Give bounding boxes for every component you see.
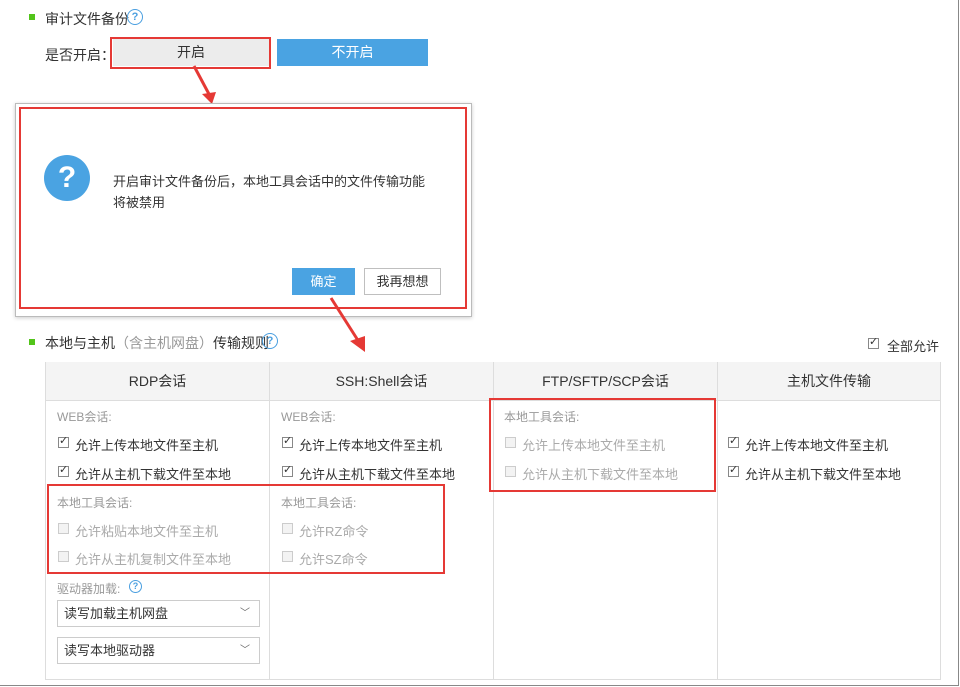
rdp-web-upload-checkbox[interactable] (58, 434, 69, 448)
rdp-drive-select-1-value: 读写加载主机网盘 (64, 606, 169, 621)
host-upload-checkbox[interactable] (728, 434, 739, 448)
host-download-checkbox[interactable] (728, 463, 739, 477)
col-header-host: 主机文件传输 (718, 362, 940, 401)
highlight-box (47, 484, 445, 574)
dialog-message-line2: 将被禁用 (113, 195, 166, 210)
question-icon: ? (44, 155, 90, 201)
enable-off-button[interactable]: 不开启 (277, 39, 428, 66)
ssh-web-upload-checkbox[interactable] (282, 434, 293, 448)
chevron-down-icon: ﹀ (240, 608, 250, 619)
rdp-drive-select-2[interactable]: 读写本地驱动器 ﹀ (57, 637, 260, 664)
rules-title-main: 本地与主机 (45, 335, 115, 351)
ssh-web-upload-label: 允许上传本地文件至主机 (299, 438, 443, 453)
rdp-web-download-label: 允许从主机下载文件至本地 (75, 467, 232, 482)
confirm-button[interactable]: 确定 (292, 268, 355, 295)
col-header-ssh: SSH:Shell会话 (270, 362, 493, 401)
help-icon[interactable]: ? (129, 580, 142, 593)
host-upload-label: 允许上传本地文件至主机 (745, 438, 889, 453)
rdp-drive-select-2-value: 读写本地驱动器 (64, 643, 156, 658)
chevron-down-icon: ﹀ (240, 645, 250, 656)
ssh-web-group: WEB会话: (281, 410, 336, 424)
dialog-message-line1: 开启审计文件备份后，本地工具会话中的文件传输功能 (113, 174, 426, 189)
allow-all-checkbox[interactable] (868, 335, 879, 349)
enable-label: 是否开启： (45, 47, 115, 63)
arrow-icon (192, 65, 216, 104)
section-marker (29, 14, 35, 20)
arrow-icon (329, 297, 365, 352)
rules-title-note: （含主机网盘） (115, 335, 213, 351)
allow-all-label: 全部允许 (887, 339, 940, 354)
audit-title: 审计文件备份 (45, 11, 129, 27)
cancel-button[interactable]: 我再想想 (364, 268, 441, 295)
host-download-label: 允许从主机下载文件至本地 (745, 467, 902, 482)
col-divider (717, 362, 718, 680)
rdp-web-upload-label: 允许上传本地文件至主机 (75, 438, 219, 453)
col-header-ftp: FTP/SFTP/SCP会话 (494, 362, 717, 401)
col-header-rdp: RDP会话 (46, 362, 269, 401)
help-icon[interactable]: ? (127, 9, 143, 25)
rules-title: 本地与主机（含主机网盘）传输规则 (45, 333, 269, 353)
rdp-web-download-checkbox[interactable] (58, 463, 69, 477)
highlight-box (489, 398, 716, 492)
dialog-message: 开启审计文件备份后，本地工具会话中的文件传输功能 将被禁用 (113, 171, 425, 213)
rules-title-suffix: 传输规则 (213, 335, 269, 351)
rdp-drive-select-1[interactable]: 读写加载主机网盘 ﹀ (57, 600, 260, 627)
section-marker (29, 339, 35, 345)
ssh-web-download-checkbox[interactable] (282, 463, 293, 477)
rdp-drive-group: 驱动器加载: (57, 582, 121, 596)
help-icon[interactable]: ? (262, 333, 278, 349)
rdp-web-group: WEB会话: (57, 410, 112, 424)
ssh-web-download-label: 允许从主机下载文件至本地 (299, 467, 456, 482)
